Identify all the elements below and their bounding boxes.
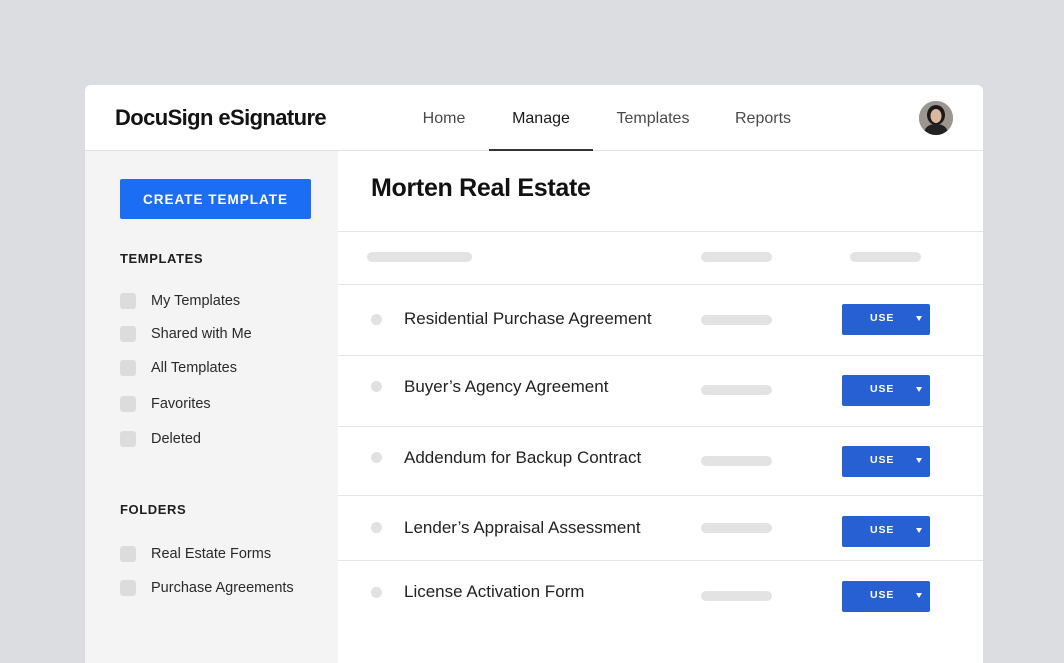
divider [338,426,983,427]
divider [338,355,983,356]
sidebar-item-shared-with-me[interactable]: Shared with Me [120,325,252,343]
avatar-icon [919,101,953,135]
cell-placeholder [701,523,772,533]
checkbox-icon[interactable] [120,360,136,376]
row-status-dot [371,314,382,325]
column-header-placeholder [367,252,472,262]
nav-manage[interactable]: Manage [489,85,593,151]
user-avatar[interactable] [919,101,953,135]
cell-placeholder [701,591,772,601]
sidebar-item-label: Shared with Me [151,326,252,342]
column-header-placeholder [850,252,921,262]
use-button-label: USE [870,454,895,466]
use-button[interactable]: USE [842,304,930,335]
use-button[interactable]: USE [842,581,930,612]
use-button-label: USE [870,312,895,324]
checkbox-icon[interactable] [120,580,136,596]
create-template-button[interactable]: CREATE TEMPLATE [120,179,311,219]
sidebar: CREATE TEMPLATE TEMPLATES My Templates S… [85,151,338,663]
caret-down-icon[interactable] [916,458,922,463]
row-status-dot [371,381,382,392]
use-button-label: USE [870,524,895,536]
checkbox-icon[interactable] [120,326,136,342]
templates-heading: TEMPLATES [120,251,204,266]
divider [338,231,983,232]
checkbox-icon[interactable] [120,293,136,309]
sidebar-item-favorites[interactable]: Favorites [120,395,211,413]
top-bar: DocuSign eSignature Home Manage Template… [85,85,983,151]
row-status-dot [371,522,382,533]
template-name[interactable]: Addendum for Backup Contract [404,448,641,468]
row-status-dot [371,452,382,463]
sidebar-item-deleted[interactable]: Deleted [120,430,201,448]
cell-placeholder [701,456,772,466]
divider [338,560,983,561]
sidebar-item-label: All Templates [151,360,237,376]
sidebar-item-real-estate-forms[interactable]: Real Estate Forms [120,545,271,563]
app-window: DocuSign eSignature Home Manage Template… [85,85,983,663]
use-button[interactable]: USE [842,446,930,477]
sidebar-item-label: Deleted [151,431,201,447]
caret-down-icon[interactable] [916,528,922,533]
use-button-label: USE [870,383,895,395]
folders-heading: FOLDERS [120,502,187,517]
sidebar-item-label: My Templates [151,293,241,309]
cell-placeholder [701,385,772,395]
docusign-logo[interactable]: DocuSign eSignature [115,105,327,131]
sidebar-item-all-templates[interactable]: All Templates [120,359,237,377]
checkbox-icon[interactable] [120,396,136,412]
page-title: Morten Real Estate [371,174,591,202]
divider [338,495,983,496]
row-status-dot [371,587,382,598]
checkbox-icon[interactable] [120,431,136,447]
template-name[interactable]: Residential Purchase Agreement [404,309,652,329]
template-name[interactable]: Lender’s Appraisal Assessment [404,518,641,538]
nav-home[interactable]: Home [421,85,467,150]
caret-down-icon[interactable] [916,593,922,598]
template-name[interactable]: License Activation Form [404,582,584,602]
sidebar-item-label: Favorites [151,396,211,412]
checkbox-icon[interactable] [120,546,136,562]
caret-down-icon[interactable] [916,387,922,392]
use-button[interactable]: USE [842,516,930,547]
cell-placeholder [701,315,772,325]
nav-templates[interactable]: Templates [613,85,693,150]
sidebar-item-my-templates[interactable]: My Templates [120,292,240,310]
sidebar-item-label: Real Estate Forms [151,546,272,562]
use-button[interactable]: USE [842,375,930,406]
nav-reports[interactable]: Reports [732,85,794,150]
main-content: Morten Real Estate Residential Purchase … [338,151,983,663]
sidebar-item-purchase-agreements[interactable]: Purchase Agreements [120,579,294,597]
sidebar-item-label: Purchase Agreements [151,580,294,596]
column-header-placeholder [701,252,772,262]
divider [338,284,983,285]
template-name[interactable]: Buyer’s Agency Agreement [404,377,608,397]
use-button-label: USE [870,589,895,601]
caret-down-icon[interactable] [916,316,922,321]
